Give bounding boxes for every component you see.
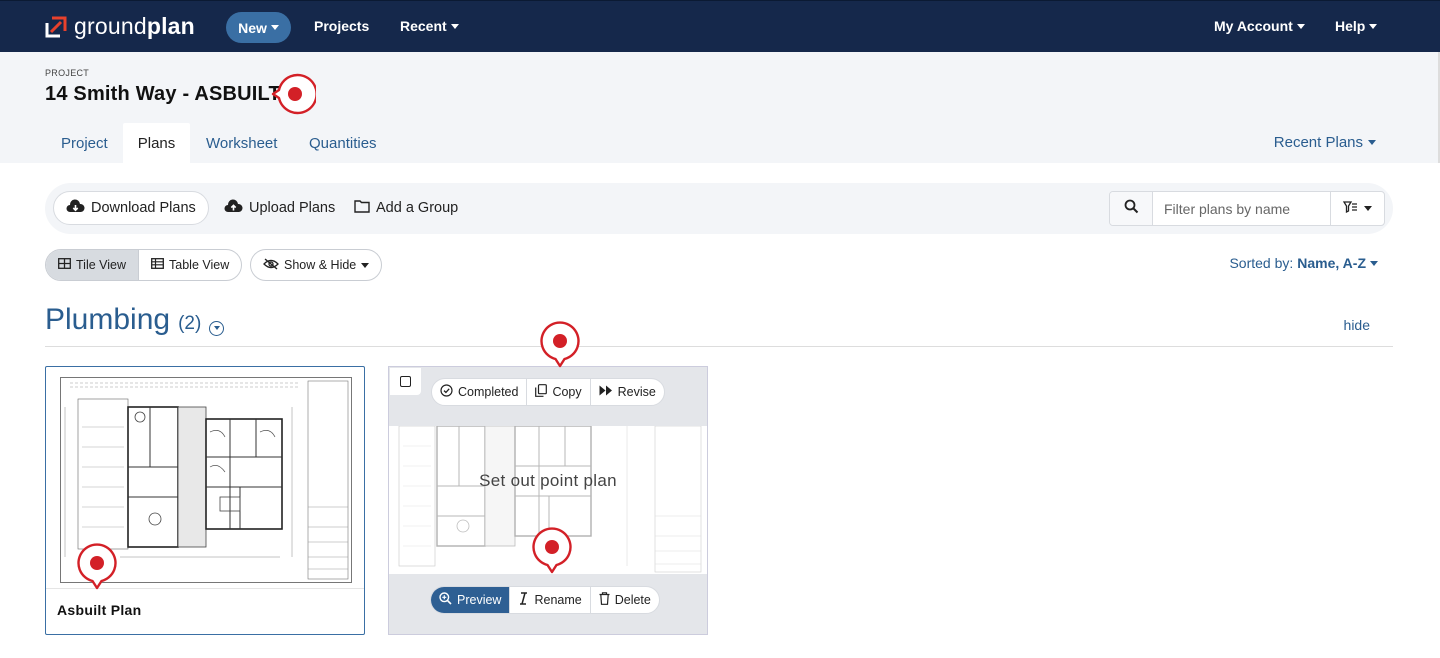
chevron-down-icon (1296, 23, 1305, 29)
show-hide-label: Show & Hide (284, 258, 357, 272)
copy-label: Copy (552, 385, 582, 399)
nav-help-label: Help (1335, 18, 1366, 34)
plan-top-actions: Completed Copy Revise (431, 378, 665, 406)
chevron-down-icon (1364, 206, 1372, 211)
cloud-upload-icon (224, 198, 243, 218)
location-pin-icon (77, 542, 117, 590)
recent-plans-label: Recent Plans (1273, 134, 1363, 151)
new-label: New (238, 19, 267, 36)
download-plans-label: Download Plans (91, 200, 196, 216)
revise-plan-button[interactable]: Revise (589, 379, 664, 405)
plans-toolbar: Download Plans Upload Plans Add a Group (45, 183, 1393, 234)
delete-label: Delete (614, 593, 651, 607)
page-title: 14 Smith Way - ASBUILT (45, 83, 281, 105)
preview-plan-button[interactable]: Preview (431, 587, 510, 613)
cloud-download-icon (66, 198, 85, 218)
view-toggle-group: Tile View Table View (45, 249, 243, 281)
show-hide-dropdown[interactable]: Show & Hide (250, 249, 383, 281)
zoom-in-icon (439, 592, 452, 608)
filter-options-button[interactable] (1330, 192, 1384, 225)
tab-plans[interactable]: Plans (123, 123, 190, 163)
rename-label: Rename (534, 593, 582, 607)
logo-text-plan: plan (146, 13, 195, 39)
check-circle-icon (440, 384, 453, 400)
chevron-down-icon (1369, 23, 1378, 29)
mark-completed-button[interactable]: Completed (432, 379, 526, 405)
chevron-down-icon (361, 262, 370, 268)
chevron-down-icon (450, 23, 459, 29)
add-group-button[interactable]: Add a Group (342, 191, 470, 225)
location-pin-icon (532, 526, 572, 574)
upload-plans-label: Upload Plans (249, 200, 336, 216)
plan-name[interactable]: Asbuilt Plan (57, 602, 142, 618)
trash-icon (599, 592, 610, 608)
nav-help-dropdown[interactable]: Help (1335, 18, 1378, 34)
plan-card-hover[interactable]: Completed Copy Revise Set out point plan… (388, 366, 708, 635)
sort-prefix-label: Sorted by: (1229, 255, 1294, 271)
project-header: PROJECT 14 Smith Way - ASBUILT Project P… (0, 52, 1440, 163)
group-divider (45, 346, 1393, 347)
preview-label: Preview (457, 593, 502, 607)
group-heading: Plumbing (2) (45, 303, 225, 337)
chevron-down-icon (1368, 140, 1376, 145)
groundplan-logo[interactable]: groundplan (44, 13, 195, 40)
completed-label: Completed (458, 385, 519, 399)
search-button[interactable] (1110, 192, 1153, 225)
sort-dropdown[interactable]: Sorted by: Name, A-Z (1229, 255, 1378, 271)
group-count: (2) (178, 313, 202, 334)
new-dropdown-button[interactable]: New (226, 12, 291, 43)
nav-projects-label: Projects (314, 18, 370, 34)
grid-icon (58, 258, 71, 272)
tab-project[interactable]: Project (46, 123, 123, 163)
project-label: PROJECT (45, 68, 90, 78)
chevron-down-icon (213, 326, 220, 330)
revise-label: Revise (617, 385, 656, 399)
filter-icon (1342, 200, 1358, 218)
table-view-button[interactable]: Table View (138, 250, 241, 280)
add-group-label: Add a Group (376, 200, 459, 216)
tile-view-label: Tile View (76, 258, 127, 272)
plan-filter-group (1109, 191, 1385, 226)
plan-bottom-actions: Preview Rename Delete (430, 586, 660, 614)
delete-plan-button[interactable]: Delete (589, 587, 659, 613)
nav-account-label: My Account (1214, 18, 1293, 34)
copy-plan-button[interactable]: Copy (526, 379, 589, 405)
search-icon (1124, 199, 1139, 219)
group-name: Plumbing (45, 303, 171, 336)
download-plans-button[interactable]: Download Plans (53, 191, 209, 225)
tab-quantities[interactable]: Quantities (294, 123, 392, 163)
copy-icon (535, 384, 548, 400)
hide-group-link[interactable]: hide (1344, 317, 1370, 333)
nav-projects-link[interactable]: Projects (314, 18, 369, 34)
chevron-down-icon (270, 25, 279, 30)
text-cursor-icon (518, 592, 529, 608)
tab-worksheet[interactable]: Worksheet (191, 123, 292, 163)
logo-text-ground: ground (74, 13, 147, 39)
plan-name[interactable]: Set out point plan (389, 471, 707, 491)
table-icon (151, 258, 164, 272)
nav-recent-dropdown[interactable]: Recent (400, 18, 459, 34)
checkbox-box (400, 376, 411, 387)
plan-card[interactable]: Asbuilt Plan (45, 366, 365, 635)
logo-icon (44, 15, 68, 39)
table-view-label: Table View (169, 258, 230, 272)
eye-slash-icon (263, 257, 279, 273)
filter-plans-input[interactable] (1153, 192, 1330, 225)
sort-value-label: Name, A-Z (1297, 255, 1366, 271)
plan-select-checkbox[interactable] (390, 368, 421, 395)
recent-plans-dropdown[interactable]: Recent Plans (1274, 134, 1376, 151)
rename-plan-button[interactable]: Rename (509, 587, 589, 613)
chevron-down-icon (1370, 260, 1378, 266)
nav-my-account-dropdown[interactable]: My Account (1214, 18, 1305, 34)
location-pin-icon (270, 72, 318, 116)
location-pin-icon (540, 320, 580, 368)
tile-view-button[interactable]: Tile View (46, 250, 139, 280)
top-navbar: groundplan New Projects Recent My Accoun… (0, 0, 1440, 52)
group-collapse-toggle[interactable] (209, 320, 225, 336)
upload-plans-button[interactable]: Upload Plans (212, 191, 347, 225)
nav-recent-label: Recent (400, 18, 447, 34)
folder-icon (354, 199, 370, 217)
fast-forward-icon (599, 385, 613, 399)
